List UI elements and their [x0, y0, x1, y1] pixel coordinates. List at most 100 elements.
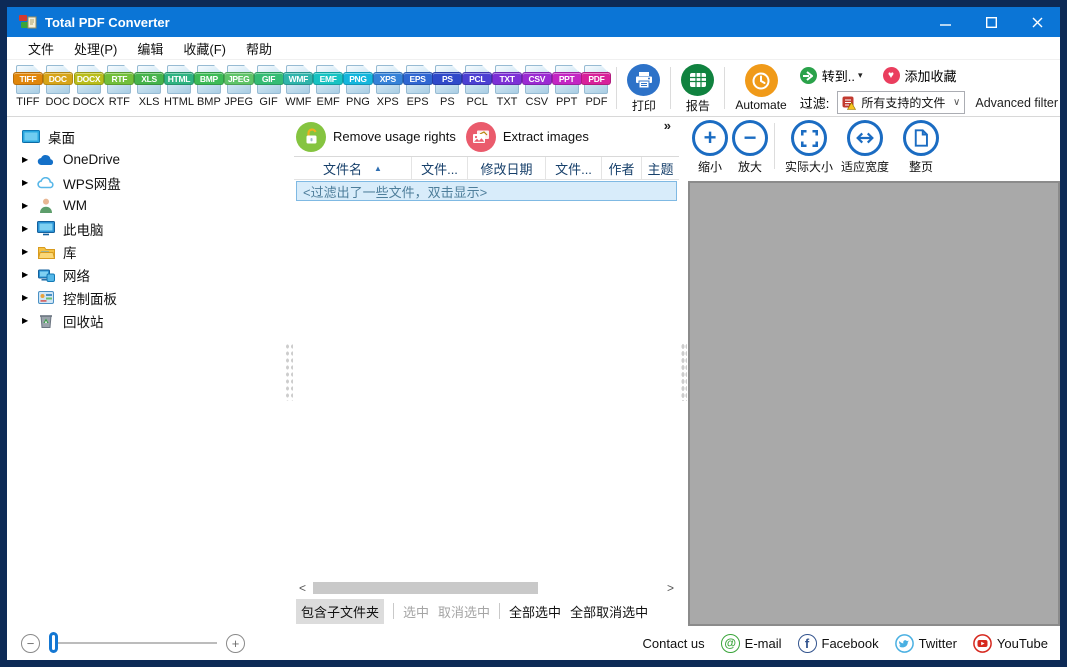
tree-item-control-panel[interactable]: ▶ 控制面板 — [7, 286, 283, 309]
maximize-button[interactable] — [968, 7, 1014, 37]
convert-ppt-button[interactable]: PPTPPT — [552, 62, 582, 114]
convert-eps-button[interactable]: EPSEPS — [403, 62, 433, 114]
youtube-link[interactable]: YouTube — [973, 634, 1048, 653]
uncheck-button[interactable]: 取消选中 — [438, 602, 490, 621]
print-button[interactable]: 打印 — [627, 62, 660, 114]
menu-help[interactable]: 帮助 — [237, 37, 281, 60]
horizontal-scrollbar[interactable]: < > — [294, 580, 679, 596]
column-header-author[interactable]: 作者 — [602, 157, 642, 179]
toolbar-overflow-chevron-icon[interactable]: » — [664, 118, 671, 133]
convert-txt-button[interactable]: TXTTXT — [492, 62, 522, 114]
onedrive-cloud-icon — [36, 154, 56, 166]
convert-pdf-button[interactable]: PDFPDF — [582, 62, 612, 114]
convert-rtf-button[interactable]: RTFRTF — [104, 62, 134, 114]
convert-html-button[interactable]: HTMLHTML — [164, 62, 194, 114]
goto-button[interactable]: 转到.. — [822, 66, 855, 85]
tree-item-user-wm[interactable]: ▶ WM — [7, 194, 283, 217]
menu-edit[interactable]: 编辑 — [128, 37, 172, 60]
tree-item-wps-cloud[interactable]: ▶ WPS网盘 — [7, 171, 283, 194]
convert-emf-button[interactable]: EMFEMF — [313, 62, 343, 114]
convert-tiff-button[interactable]: TIFFTIFF — [13, 62, 43, 114]
menu-file[interactable]: 文件 — [19, 37, 63, 60]
column-header-filetype[interactable]: 文件... — [412, 157, 468, 179]
convert-ps-button[interactable]: PSPS — [432, 62, 462, 114]
convert-csv-button[interactable]: CSVCSV — [522, 62, 552, 114]
minus-circle-icon: − — [732, 120, 768, 156]
uncheck-all-button[interactable]: 全部取消选中 — [570, 602, 648, 621]
slider-zoom-out-icon[interactable]: − — [21, 634, 40, 653]
convert-bmp-button[interactable]: BMPBMP — [194, 62, 224, 114]
scrollbar-thumb[interactable] — [313, 582, 538, 594]
expand-arrow-icon[interactable]: ▶ — [22, 224, 36, 233]
expand-arrow-icon[interactable]: ▶ — [22, 155, 36, 164]
expand-arrow-icon[interactable]: ▶ — [22, 201, 36, 210]
check-all-button[interactable]: 全部选中 — [509, 602, 561, 621]
filter-selected-value: 所有支持的文件 — [861, 94, 949, 111]
expand-arrow-icon[interactable]: ▶ — [22, 178, 36, 187]
scrollbar-track[interactable] — [311, 582, 662, 594]
close-button[interactable] — [1014, 7, 1060, 37]
expand-arrow-icon[interactable]: ▶ — [22, 293, 36, 302]
expand-arrow-icon[interactable]: ▶ — [22, 247, 36, 256]
column-header-subject[interactable]: 主题 — [642, 157, 679, 179]
tree-item-network[interactable]: ▶ 网络 — [7, 263, 283, 286]
slider-zoom-in-icon[interactable]: + — [226, 634, 245, 653]
menu-process[interactable]: 处理(P) — [65, 37, 126, 60]
contact-us-link[interactable]: Contact us — [643, 636, 705, 651]
convert-pcl-button[interactable]: PCLPCL — [462, 62, 492, 114]
goto-dropdown-caret-icon[interactable]: ▾ — [858, 70, 863, 81]
library-folder-icon — [36, 245, 56, 259]
minimize-button[interactable] — [922, 7, 968, 37]
convert-jpeg-button[interactable]: JPEGJPEG — [224, 62, 254, 114]
tree-item-this-pc[interactable]: ▶ 此电脑 — [7, 217, 283, 240]
convert-gif-button[interactable]: GIFGIF — [254, 62, 284, 114]
convert-xps-button[interactable]: XPSXPS — [373, 62, 403, 114]
emf-file-icon: EMF — [316, 65, 340, 94]
tree-item-onedrive[interactable]: ▶ OneDrive — [7, 148, 283, 171]
menu-favorites[interactable]: 收藏(F) — [174, 37, 235, 60]
scroll-right-arrow-icon[interactable]: > — [667, 581, 674, 595]
email-link[interactable]: @ E-mail — [721, 634, 782, 653]
zoom-in-button[interactable]: − 放大 — [730, 120, 770, 175]
window-chrome: Total PDF Converter 文件 处理(P) 编辑 收藏(F) 帮助… — [7, 7, 1060, 660]
report-button[interactable]: 报告 — [681, 62, 714, 114]
wmf-file-icon: WMF — [286, 65, 310, 94]
convert-docx-button[interactable]: DOCXDOCX — [73, 62, 105, 114]
column-header-filename[interactable]: 文件名 ▲ — [294, 157, 412, 179]
convert-xls-button[interactable]: XLSXLS — [134, 62, 164, 114]
tree-item-recycle-bin[interactable]: ▶ 回收站 — [7, 309, 283, 332]
twitter-link[interactable]: Twitter — [895, 634, 957, 653]
facebook-link[interactable]: f Facebook — [798, 634, 879, 653]
full-page-button[interactable]: 整页 — [893, 120, 949, 175]
convert-doc-button[interactable]: DOCDOC — [43, 62, 73, 114]
convert-wmf-button[interactable]: WMFWMF — [283, 62, 313, 114]
expand-arrow-icon[interactable]: ▶ — [22, 270, 36, 279]
filtered-files-placeholder-row[interactable]: <过滤出了一些文件，双击显示> — [296, 181, 677, 201]
expand-arrow-icon[interactable]: ▶ — [22, 316, 36, 325]
zoom-out-button[interactable]: + 缩小 — [690, 120, 730, 175]
zoom-slider[interactable] — [49, 642, 217, 644]
tree-item-desktop[interactable]: 桌面 — [7, 125, 283, 148]
filter-dropdown[interactable]: 所有支持的文件 ∨ — [837, 91, 965, 114]
extract-images-button[interactable]: Extract images — [466, 122, 589, 152]
clock-icon — [745, 64, 778, 97]
automate-button[interactable]: Automate — [735, 62, 786, 114]
preview-canvas[interactable] — [688, 181, 1060, 626]
preview-splitter[interactable] — [679, 117, 688, 626]
convert-png-button[interactable]: PNGPNG — [343, 62, 373, 114]
check-button[interactable]: 选中 — [403, 602, 429, 621]
file-list-body[interactable] — [294, 201, 679, 580]
scroll-left-arrow-icon[interactable]: < — [299, 581, 306, 595]
tree-item-libraries[interactable]: ▶ 库 — [7, 240, 283, 263]
sidebar-splitter[interactable] — [283, 117, 294, 626]
remove-usage-rights-button[interactable]: Remove usage rights — [296, 122, 456, 152]
file-actions-header: Remove usage rights Extract images » — [294, 117, 679, 157]
add-favorite-button[interactable]: 添加收藏 — [905, 66, 957, 85]
column-header-filesize[interactable]: 文件... — [546, 157, 602, 179]
include-subfolders-button[interactable]: 包含子文件夹 — [296, 599, 384, 624]
column-header-modified-date[interactable]: 修改日期 — [468, 157, 546, 179]
actual-size-button[interactable]: 实际大小 — [781, 120, 837, 175]
fit-width-button[interactable]: 适应宽度 — [837, 120, 893, 175]
advanced-filter-link[interactable]: Advanced filter — [975, 96, 1058, 110]
zoom-slider-thumb[interactable] — [49, 632, 58, 653]
